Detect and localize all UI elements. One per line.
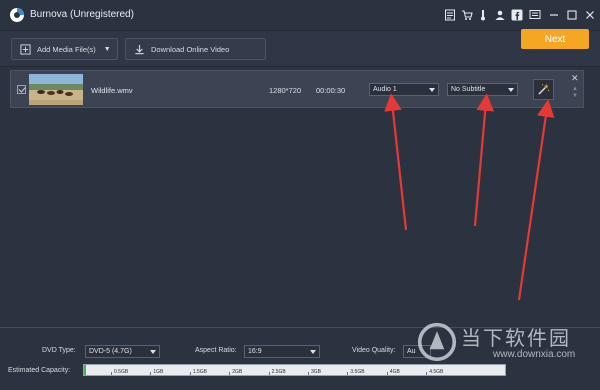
arrow-to-subtitle xyxy=(473,93,494,227)
toolbar: Add Media File(s) ▼ Download Online Vide… xyxy=(0,31,600,67)
close-icon[interactable] xyxy=(584,9,596,21)
capacity-tick-label: 2GB xyxy=(232,369,243,375)
audio-track-value: Audio 1 xyxy=(373,86,397,93)
watermark: 当下软件园 www.downxia.com xyxy=(413,322,593,372)
capacity-fill xyxy=(84,365,87,375)
watermark-logo-icon xyxy=(417,322,457,362)
capacity-tick-label: 3GB xyxy=(311,369,322,375)
file-row[interactable]: Wildlife.wmv 1280*720 00:00:30 Audio 1 N… xyxy=(10,70,584,108)
aspect-ratio-label: Aspect Ratio: xyxy=(195,347,237,354)
download-icon xyxy=(135,44,144,54)
next-button[interactable]: Next xyxy=(521,29,589,49)
window-title: Burnova (Unregistered) xyxy=(30,9,134,20)
capacity-tick-mark xyxy=(229,372,231,375)
arrow-to-edit xyxy=(517,99,555,301)
aspect-ratio-select[interactable]: 16:9 xyxy=(244,345,320,358)
capacity-tick-label: 1.5GB xyxy=(192,369,207,375)
download-online-video-button[interactable]: Download Online Video xyxy=(125,38,266,60)
minimize-icon[interactable] xyxy=(548,9,560,21)
capacity-tick-mark xyxy=(111,372,112,375)
capacity-tick-mark xyxy=(347,372,349,375)
subtitle-value: No Subtitle xyxy=(451,86,486,93)
add-media-icon xyxy=(20,43,31,55)
file-duration: 00:00:30 xyxy=(316,86,346,95)
add-media-label: Add Media File(s) xyxy=(37,44,96,54)
chevron-down-icon xyxy=(150,350,156,354)
watermark-url: www.downxia.com xyxy=(493,349,576,360)
watermark-text: 当下软件园 xyxy=(461,326,571,350)
capacity-tick-label: 0.5GB xyxy=(114,369,129,375)
title-bar: Burnova (Unregistered) xyxy=(0,0,600,31)
dvd-type-select[interactable]: DVD-5 (4.7G) xyxy=(85,345,160,358)
capacity-tick-mark xyxy=(426,372,428,375)
file-resolution: 1280*720 xyxy=(269,86,302,95)
capacity-tick-mark xyxy=(308,372,309,375)
chevron-down-icon xyxy=(310,350,316,354)
dvd-type-value: DVD-5 (4.7G) xyxy=(89,348,132,355)
chevron-down-icon xyxy=(429,88,435,92)
capacity-tick-mark xyxy=(150,372,152,375)
capacity-tick-label: 3.5GB xyxy=(350,369,365,375)
estimated-capacity-label: Estimated Capacity: xyxy=(8,367,71,374)
magic-wand-icon xyxy=(538,83,550,95)
capacity-tick-mark xyxy=(386,372,388,375)
aspect-ratio-value: 16:9 xyxy=(248,348,262,355)
user-icon[interactable] xyxy=(494,9,506,21)
capacity-tick-mark xyxy=(189,372,191,375)
register-icon[interactable] xyxy=(444,9,456,21)
video-quality-label: Video Quality: xyxy=(352,347,396,354)
chevron-down-icon xyxy=(508,88,514,92)
arrow-to-audio xyxy=(384,93,408,231)
capacity-tick-label: 4GB xyxy=(389,369,400,375)
burnova-logo-icon xyxy=(9,7,25,23)
video-thumbnail xyxy=(29,74,83,105)
capacity-tick-label: 1GB xyxy=(153,369,164,375)
thermometer-icon[interactable] xyxy=(477,9,489,21)
cart-icon[interactable] xyxy=(461,9,473,21)
subtitle-select[interactable]: No Subtitle xyxy=(447,83,518,96)
facebook-icon[interactable] xyxy=(511,9,523,21)
download-label: Download Online Video xyxy=(151,44,230,54)
add-media-button[interactable]: Add Media File(s) ▼ xyxy=(11,38,118,60)
maximize-icon[interactable] xyxy=(566,9,578,21)
reorder-arrows-icon[interactable]: ▲ ▼ xyxy=(572,86,578,100)
edit-magic-wand-button[interactable] xyxy=(533,79,554,100)
feedback-icon[interactable] xyxy=(529,9,541,21)
dvd-type-label: DVD Type: xyxy=(42,347,76,354)
file-checkbox[interactable] xyxy=(17,85,26,94)
audio-track-select[interactable]: Audio 1 xyxy=(369,83,439,96)
capacity-tick-mark xyxy=(268,372,270,375)
capacity-tick-label: 2.5GB xyxy=(271,369,286,375)
chevron-down-icon[interactable]: ▼ xyxy=(104,46,111,53)
remove-file-icon[interactable]: ✕ xyxy=(571,74,579,83)
file-name: Wildlife.wmv xyxy=(91,86,133,95)
